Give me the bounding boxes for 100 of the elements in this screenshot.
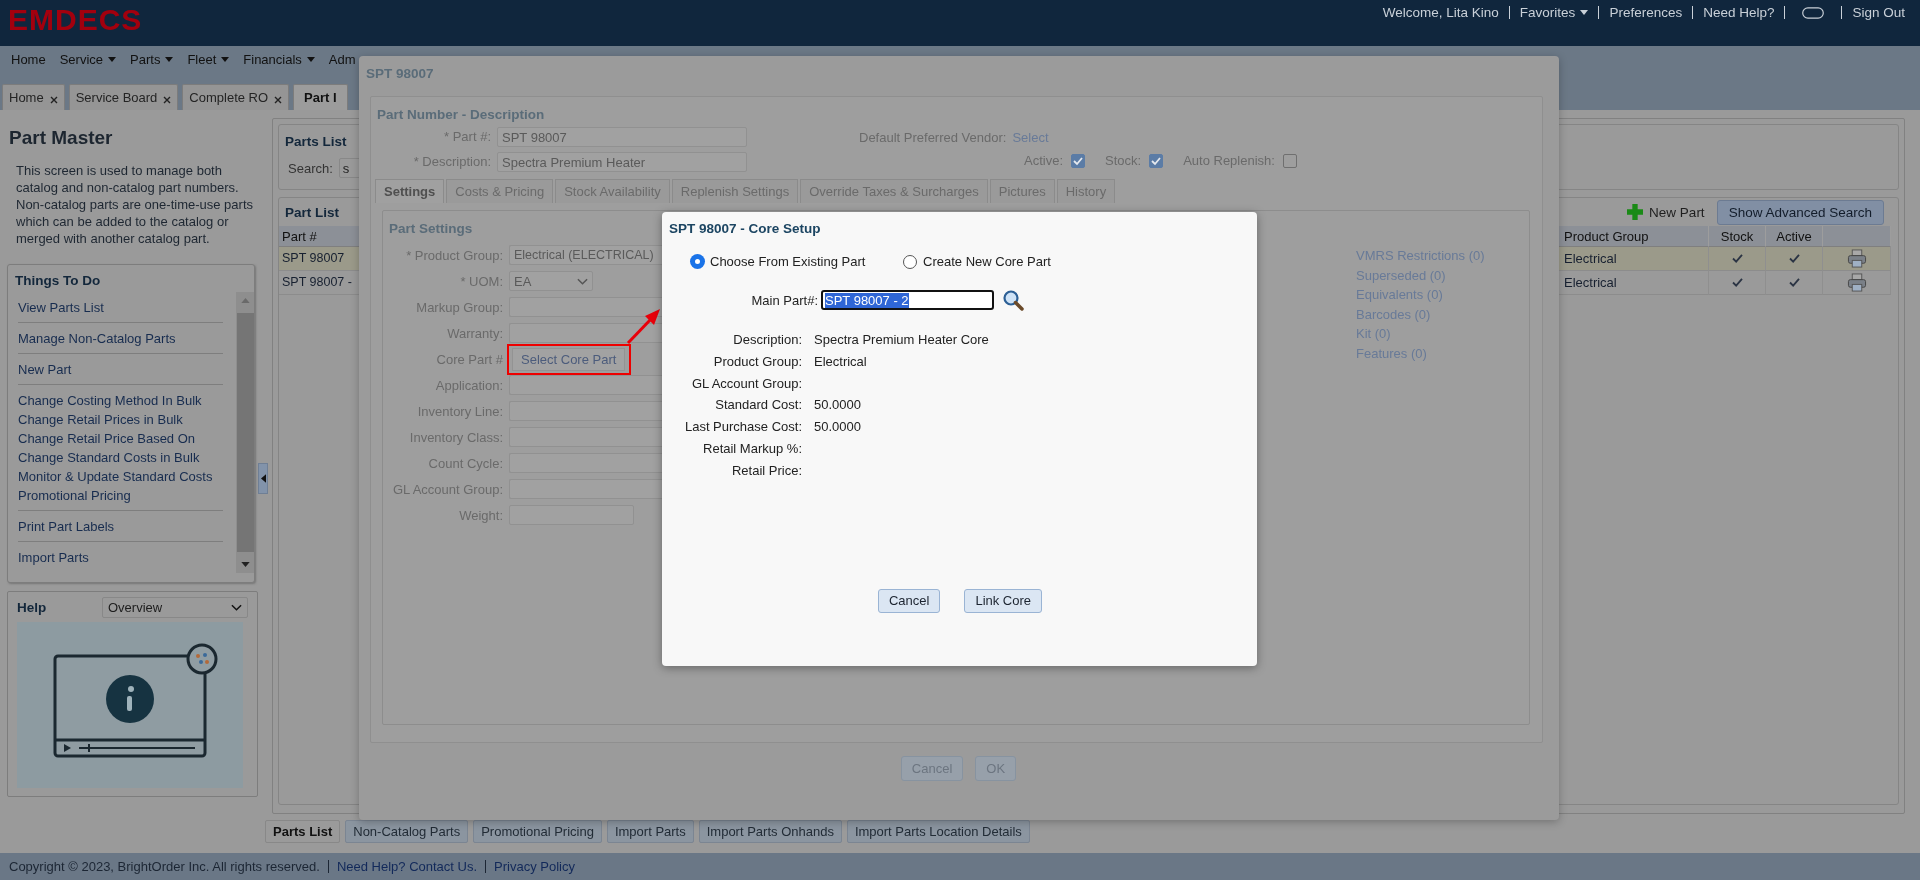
printer-icon[interactable] xyxy=(1846,249,1867,268)
input-field[interactable] xyxy=(509,323,665,343)
page-tab[interactable]: Service Board xyxy=(68,84,179,110)
panel-title: Help xyxy=(17,600,47,615)
welcome-text: Welcome, Lita Kino xyxy=(1381,5,1500,20)
column-header[interactable]: Product Group xyxy=(1559,226,1709,247)
field-label: Retail Price: xyxy=(730,461,802,480)
field-label: Standard Cost: xyxy=(714,396,802,415)
select-core-part-button[interactable]: Select Core Part xyxy=(512,347,626,371)
checkbox[interactable] xyxy=(1149,153,1164,168)
task-link[interactable]: Print Part Labels xyxy=(18,517,224,536)
header-link[interactable]: Preferences xyxy=(1602,5,1690,20)
column-header[interactable]: Active xyxy=(1766,226,1823,247)
task-link[interactable]: Import Parts xyxy=(18,548,224,567)
printer-icon[interactable] xyxy=(1846,273,1867,292)
task-link[interactable]: Monitor & Update Standard Costs xyxy=(18,467,224,486)
field-value: 50.0000 xyxy=(814,396,862,415)
collapse-handle[interactable] xyxy=(258,463,268,494)
section-title: Part Settings xyxy=(389,221,473,236)
dialog-button[interactable]: Cancel xyxy=(877,588,941,613)
search-icon[interactable] xyxy=(1002,289,1024,311)
copyright-text: Copyright © 2023, BrightOrder Inc. All rights reserved. xyxy=(9,859,320,874)
footer-link[interactable]: Need Help? Contact Us. xyxy=(336,859,478,874)
table-cell: Electrical xyxy=(1559,247,1709,271)
nav-item[interactable]: Fleet xyxy=(180,51,237,67)
task-link[interactable]: Change Costing Method In Bulk xyxy=(18,391,224,410)
chevron-icon xyxy=(231,604,242,611)
field-value: 50.0000 xyxy=(814,418,862,437)
caret-icon xyxy=(1580,10,1589,15)
checkbox[interactable] xyxy=(1071,153,1085,168)
close-icon[interactable] xyxy=(49,95,58,104)
panel-title: Things To Do xyxy=(15,273,101,288)
task-link[interactable]: Change Retail Price Based On xyxy=(18,429,224,448)
column-header[interactable]: Stock xyxy=(1709,226,1766,247)
checkbox[interactable] xyxy=(1282,153,1297,168)
dialog-button[interactable]: Link Core xyxy=(964,588,1043,613)
caret-icon xyxy=(165,56,174,62)
field-label: Description: xyxy=(732,331,802,349)
main-part-field[interactable]: SPT 98007 - 2 xyxy=(821,290,994,310)
bottom-tab[interactable]: Import Parts Location Details xyxy=(846,820,1030,843)
dialog-title: SPT 98007 - Core Setup xyxy=(669,221,822,236)
plus-icon xyxy=(1627,204,1644,220)
bottom-tab[interactable]: Parts List xyxy=(265,820,341,843)
favorites-menu[interactable]: Favorites xyxy=(1512,5,1596,20)
input-field[interactable] xyxy=(509,375,665,395)
uom-select[interactable]: EA xyxy=(509,271,593,291)
close-icon[interactable] xyxy=(274,95,283,104)
nav-item[interactable]: Service xyxy=(52,51,124,67)
page-tab[interactable]: Complete RO xyxy=(182,84,290,110)
radio-label[interactable]: Create New Core Part xyxy=(923,254,1051,269)
input-field[interactable]: SPT 98007 xyxy=(497,126,747,147)
radio-button[interactable] xyxy=(903,254,917,269)
field-label: Last Purchase Cost: xyxy=(683,418,802,437)
nav-item[interactable]: Parts xyxy=(123,51,181,67)
dialog-title: SPT 98007 xyxy=(366,66,435,83)
footer-link[interactable]: Privacy Policy xyxy=(494,859,575,874)
field-label: Search: xyxy=(288,160,333,176)
input-field[interactable]: Spectra Premium Heater xyxy=(497,151,747,172)
field-value: Electrical xyxy=(814,352,868,371)
task-link[interactable]: Promotional Pricing xyxy=(18,486,224,505)
bottom-tab[interactable]: Promotional Pricing xyxy=(473,820,602,843)
task-link[interactable]: Manage Non-Catalog Parts xyxy=(18,329,224,348)
input-field[interactable] xyxy=(509,453,665,473)
bottom-tab[interactable]: Import Parts Onhands xyxy=(698,820,842,843)
nav-item[interactable]: Financials xyxy=(236,51,322,67)
collapse-icon xyxy=(260,474,266,483)
task-link[interactable]: Change Retail Prices in Bulk xyxy=(18,410,224,429)
nav-item[interactable]: Adm xyxy=(321,51,363,67)
toggle-icon[interactable] xyxy=(1802,6,1825,19)
panel-title: Part List xyxy=(285,204,339,220)
task-link[interactable]: View Parts List xyxy=(18,298,224,317)
radio-label[interactable]: Choose From Existing Part xyxy=(710,254,866,269)
input-field[interactable]: Electrical (ELECTRICAL) xyxy=(509,245,665,265)
input-field[interactable] xyxy=(509,479,665,499)
page-tab[interactable]: Part I xyxy=(293,84,348,110)
input-field[interactable] xyxy=(509,401,665,421)
help-video-drawing[interactable] xyxy=(17,622,243,788)
task-link[interactable]: New Part xyxy=(18,360,224,379)
page-tab[interactable]: Home xyxy=(2,84,65,110)
radio-button[interactable] xyxy=(691,255,704,268)
field-label: GL Account Group: xyxy=(690,374,802,393)
chevron-icon xyxy=(577,277,588,285)
header-link[interactable]: Need Help? xyxy=(1696,5,1782,20)
dialog-tab[interactable]: Settings xyxy=(375,179,445,203)
caret-icon xyxy=(108,56,117,62)
header-link[interactable]: Sign Out xyxy=(1845,5,1912,20)
task-link[interactable]: Change Standard Costs in Bulk xyxy=(18,448,224,467)
nav-item[interactable]: Home xyxy=(4,51,53,67)
scrollbar[interactable] xyxy=(236,292,254,573)
new-part-button[interactable]: New Part xyxy=(1627,204,1705,220)
input-field[interactable] xyxy=(509,297,665,317)
field-label: Product Group: xyxy=(712,352,802,371)
bottom-tab[interactable]: Import Parts xyxy=(606,820,694,843)
advanced-search-button[interactable]: Show Advanced Search xyxy=(1716,199,1884,225)
close-icon[interactable] xyxy=(163,95,172,104)
section-title: Part Number - Description xyxy=(377,107,545,122)
topic-select[interactable]: Overview xyxy=(102,597,248,618)
bottom-tab[interactable]: Non-Catalog Parts xyxy=(345,820,469,843)
scroll-down-icon[interactable] xyxy=(240,562,250,567)
input-field[interactable] xyxy=(509,427,665,447)
